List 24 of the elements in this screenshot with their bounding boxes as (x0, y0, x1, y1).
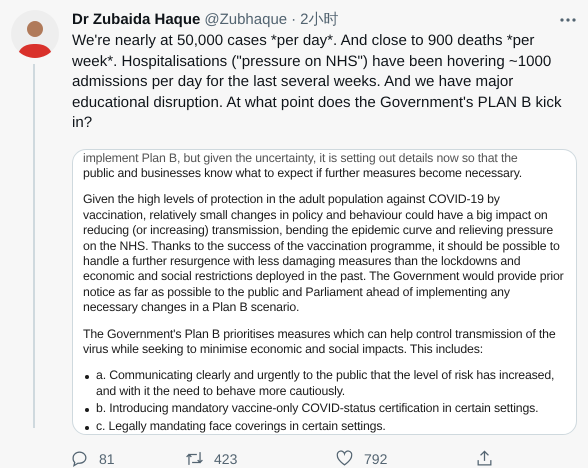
action-count: 81 (99, 450, 115, 466)
reply-icon[interactable] (70, 449, 89, 468)
action-count: 792 (364, 450, 388, 466)
bullet-text: b. Introducing mandatory vaccine-only COVID-status certification in certain settings. (96, 401, 538, 417)
bullet-text: a. Communicating clearly and urgently to the public that the level of risk has increased, and with it the need to behave more cautiously. (96, 368, 556, 400)
tweet-text: We're nearly at 50,000 cases *per day*. And close to 900 deaths *per week*. Hospitalisations ("pressure on NHS") have been hovering ~1000 admissions per day for the last several weeks. And we have major educational disruption. At what point does the Government's PLAN B kick in? (72, 31, 563, 133)
timestamp[interactable]: 2小时 (300, 10, 338, 30)
action-count: 423 (214, 450, 238, 466)
document-paragraph: public and businesses know what to expect if further measures become necessary. (83, 166, 524, 182)
bullet-text: c. Legally mandating face coverings in certain settings. (96, 418, 386, 434)
author-name[interactable]: Dr Zubaida Haque (72, 10, 200, 30)
separator: · (291, 10, 296, 30)
retweet-icon[interactable] (185, 449, 204, 468)
bullet-icon (85, 375, 89, 380)
user-handle[interactable]: @Zubhaque (204, 10, 288, 30)
bullet-icon (85, 426, 89, 430)
document-paragraph: The Government's Plan B prioritises measures which can help control transmission of the virus while seeking to minimise economic and social impacts. This includes: (83, 326, 557, 358)
document-paragraph: Given the high levels of protection in the adult population against COVID-19 by vaccination, relatively small changes in policy and behaviour could have a big impact on reducing (or increasing) transmission, bending the epidemic curve and relieving pressure on the NHS. Thanks to the success of the vaccination programme, it should be possible to handle a further resurgence with less damaging measures than the lockdowns and economic and social restrictions deployed in the past. The Government would provide prior notice as far as possible to the public and Parliament ahead of implementing any necessary changes in a Plan B scenario. (83, 192, 564, 316)
share-icon[interactable] (475, 449, 494, 468)
heart-icon[interactable] (335, 449, 354, 468)
document-text: implement Plan B, but given the uncertainty, it is setting out details now so that the (83, 150, 519, 166)
bullet-icon (85, 408, 89, 412)
avatar[interactable] (11, 10, 59, 58)
document-image[interactable] (72, 148, 577, 435)
